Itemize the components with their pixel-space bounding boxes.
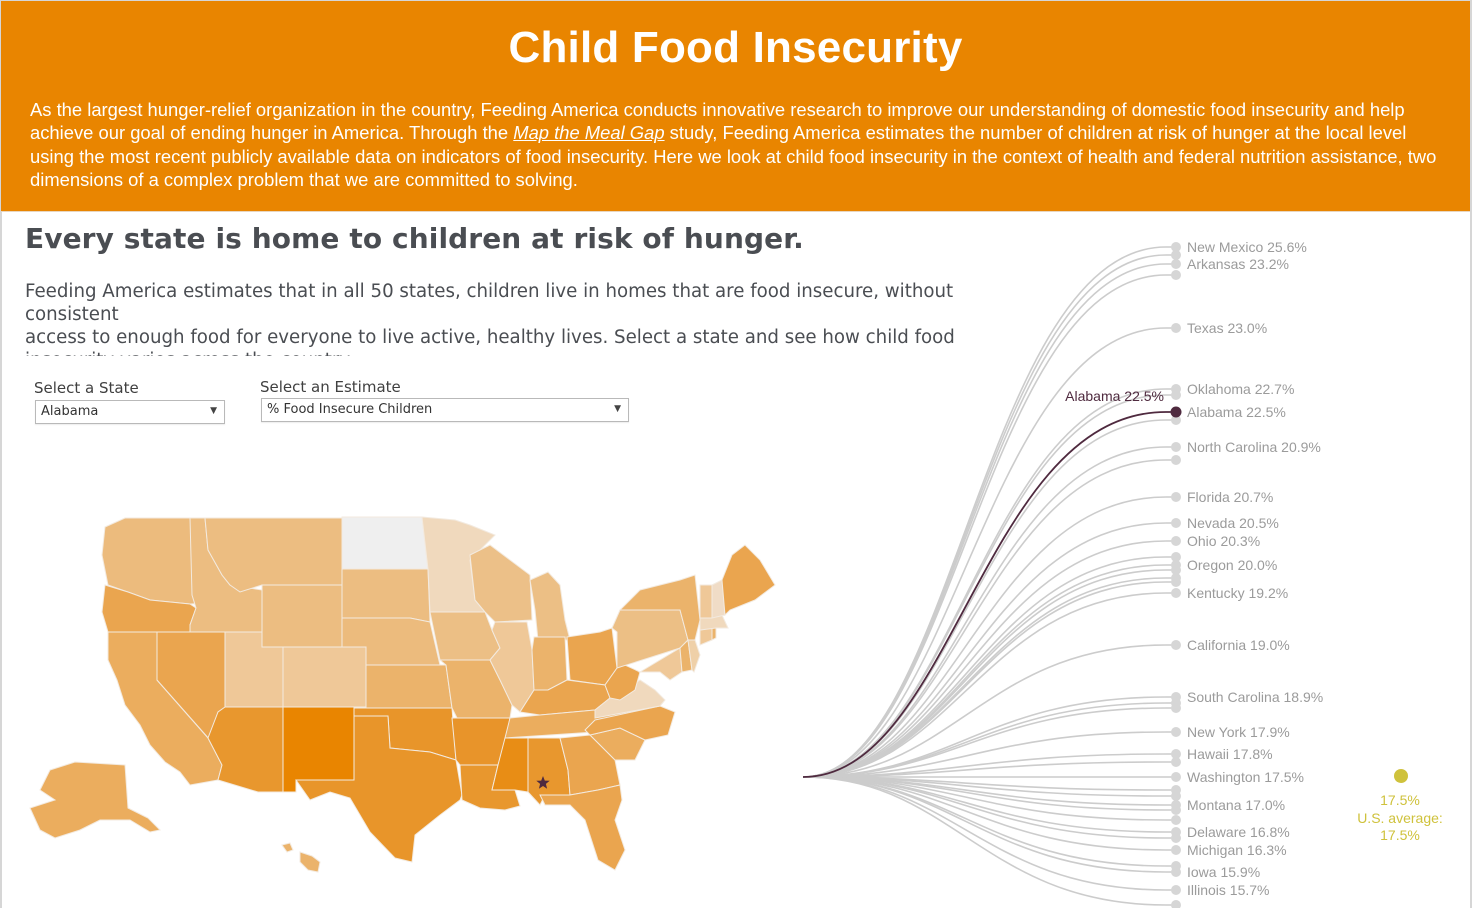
endpoint-dot[interactable]	[1171, 703, 1181, 713]
state-vermont[interactable]	[699, 584, 713, 619]
estimate-select-label: Select an Estimate	[260, 378, 401, 396]
state-indiana[interactable]	[531, 636, 568, 691]
intro-text: As the largest hunger-relief organizatio…	[30, 98, 1450, 191]
state-maine[interactable]	[721, 544, 776, 617]
us-average-value: 17.5%	[1380, 792, 1420, 808]
state-select-value: Alabama	[41, 404, 99, 419]
state-kansas[interactable]	[365, 664, 453, 709]
state-rhode-island[interactable]	[711, 627, 717, 641]
section-description-line: access to enough food for everyone to li…	[25, 327, 955, 348]
state-iowa[interactable]	[429, 611, 501, 661]
state-connecticut[interactable]	[699, 627, 713, 646]
section-description-line: Feeding America estimates that in all 50…	[25, 281, 954, 325]
endpoint-dot-north-carolina[interactable]	[1171, 442, 1181, 452]
endpoint-dot-iowa[interactable]	[1171, 867, 1181, 877]
state-michigan[interactable]	[529, 571, 571, 641]
us-average-value-2: 17.5%	[1380, 827, 1420, 843]
endpoint-dot-arkansas[interactable]	[1171, 259, 1181, 269]
endpoint-dot-illinois[interactable]	[1171, 885, 1181, 895]
map-the-meal-gap-link[interactable]: Map the Meal Gap	[513, 122, 664, 143]
endpoint-dot-washington[interactable]	[1171, 772, 1181, 782]
endpoint-dot[interactable]	[1171, 815, 1181, 825]
estimate-select-value: % Food Insecure Children	[267, 402, 433, 417]
endpoint-dot-oklahoma[interactable]	[1171, 384, 1181, 394]
endpoint-dot[interactable]	[1171, 577, 1181, 587]
state-wyoming[interactable]	[261, 584, 343, 648]
state-south-dakota[interactable]	[341, 568, 431, 623]
state-north-dakota[interactable]	[341, 516, 429, 570]
endpoint-dot-michigan[interactable]	[1171, 845, 1181, 855]
state-florida[interactable]	[539, 784, 626, 871]
endpoint-dot[interactable]	[1171, 791, 1181, 801]
endpoint-dot-nevada[interactable]	[1171, 518, 1181, 528]
state-select[interactable]: Alabama ▼	[35, 400, 225, 424]
endpoint-dot-florida[interactable]	[1171, 492, 1181, 502]
endpoint-dot[interactable]	[1171, 455, 1181, 465]
state-arizona[interactable]	[207, 706, 284, 793]
endpoint-dot[interactable]	[1171, 270, 1181, 280]
state-alaska[interactable]	[29, 761, 162, 839]
chevron-down-icon: ▼	[210, 406, 217, 416]
endpoint-dot-ohio[interactable]	[1171, 536, 1181, 546]
endpoint-dot[interactable]	[1171, 250, 1181, 260]
chevron-down-icon: ▼	[614, 404, 621, 414]
endpoint-dot-selected[interactable]	[1170, 406, 1182, 418]
section-description: Feeding America estimates that in all 50…	[25, 280, 1035, 356]
section-title: Every state is home to children at risk …	[25, 222, 804, 255]
us-choropleth-map	[29, 516, 776, 873]
page-title: Child Food Insecurity	[508, 23, 963, 72]
endpoint-dot[interactable]	[1171, 757, 1181, 767]
estimate-select[interactable]: % Food Insecure Children ▼	[261, 398, 629, 422]
state-colorado[interactable]	[282, 646, 367, 708]
endpoint-dot-new-york[interactable]	[1171, 727, 1181, 737]
state-new-mexico[interactable]	[282, 706, 355, 793]
section-description-line: insecurity varies across the country.	[25, 349, 1035, 356]
state-select-label: Select a State	[34, 379, 139, 397]
state-ohio[interactable]	[566, 627, 618, 686]
endpoint-dot-kentucky[interactable]	[1171, 588, 1181, 598]
endpoint-dot-texas[interactable]	[1171, 323, 1181, 333]
us-average-label: U.S. average:	[1357, 810, 1443, 826]
header-banner: Child Food Insecurity As the largest hun…	[1, 1, 1470, 212]
endpoint-dot[interactable]	[1171, 805, 1181, 815]
endpoint-dot[interactable]	[1171, 833, 1181, 843]
state-hawaii[interactable]	[281, 842, 321, 873]
endpoint-dot-california[interactable]	[1171, 640, 1181, 650]
